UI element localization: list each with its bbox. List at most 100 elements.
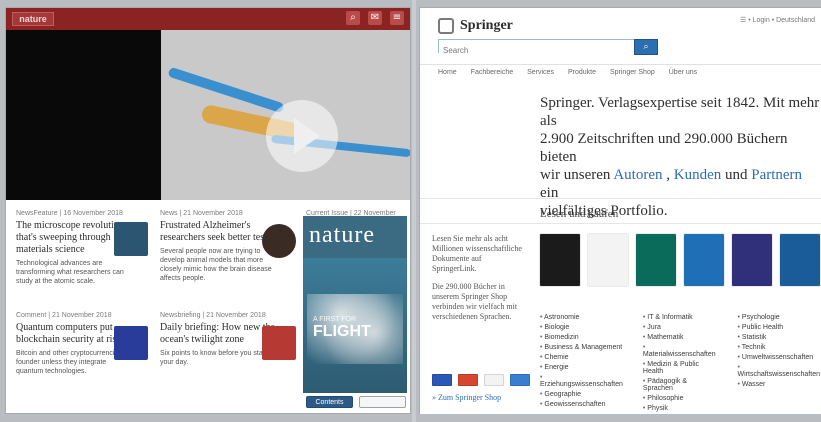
menu-icon[interactable]: ≡ [390,11,404,25]
subject-link[interactable]: Geographie [540,391,623,398]
subject-link[interactable]: Public Health [738,324,820,331]
springer-hero-line-2: 2.900 Zeitschriften und 290.000 Büchern … [540,131,788,165]
news-item-kicker: Comment | 21 November 2018 [16,312,112,319]
subject-link[interactable]: Biologie [540,324,623,331]
mastercard-icon [458,374,478,386]
springer-hero-line-1: Springer. Verlagsexpertise seit 1842. Mi… [540,95,820,129]
right-panel: Springer ☰ • Login • Deutschland ⌕ Home … [416,0,821,422]
nav-services[interactable]: Services [527,69,554,76]
book-cover[interactable] [588,234,628,286]
topbar-icons: ⌕ ✉ ≡ [346,11,404,25]
news-item-kicker: NewsFeature | 16 November 2018 [16,210,123,217]
news-item-headline[interactable]: Daily briefing: How new the ocean's twil… [160,322,278,346]
subject-col-3: Psychologie Public Health Statistik Tech… [738,314,820,415]
cover-title-text: FLIGHT [313,323,371,340]
nav-fachbereiche[interactable]: Fachbereiche [471,69,513,76]
book-cover[interactable] [540,234,580,286]
subject-link[interactable]: Umweltwissenschaften [738,354,820,361]
nature-window: nature ⌕ ✉ ≡ NewsFeature | 16 November 2… [6,8,410,413]
subject-link[interactable]: Psychologie [738,314,820,321]
news-thumbnail[interactable] [262,326,296,360]
springer-lower: Lesen Sie mehr als acht Millionen wissen… [420,223,821,414]
news-thumbnail[interactable] [114,222,148,256]
side-paragraph-2: Die 290.000 Bücher in unserem Springer S… [432,282,518,321]
subject-link[interactable]: Philosophie [643,395,718,402]
subject-link[interactable]: Biomedizin [540,334,623,341]
section-divider [420,198,821,199]
search-box: ⌕ [438,39,658,57]
subject-link[interactable]: Physik [643,405,718,412]
search-button[interactable]: ⌕ [634,39,658,55]
hero [6,30,410,200]
nature-brand[interactable]: nature [12,12,54,26]
subject-link[interactable]: Medizin & Public Health [643,361,718,375]
news-item-blurb: Six points to know before you start your… [160,350,267,366]
cover-title: A FIRST FOR FLIGHT [313,316,371,341]
nav-produkte[interactable]: Produkte [568,69,596,76]
visa-icon [432,374,452,386]
side-paragraph-1: Lesen Sie mehr als acht Millionen wissen… [432,234,522,273]
secondary-button[interactable] [359,396,406,408]
subject-link[interactable]: Statistik [738,334,820,341]
springer-logo-icon [438,18,454,34]
left-panel: nature ⌕ ✉ ≡ NewsFeature | 16 November 2… [0,0,412,422]
nav-home[interactable]: Home [438,69,457,76]
play-icon[interactable] [266,100,338,172]
subject-link[interactable]: IT & Informatik [643,314,718,321]
book-cover[interactable] [636,234,676,286]
subject-link[interactable]: Chemie [540,354,623,361]
cover-tagline: A FIRST FOR [313,316,357,323]
subject-link[interactable]: Energie [540,364,623,371]
hero-caption-area [6,30,161,200]
springer-window: Springer ☰ • Login • Deutschland ⌕ Home … [420,8,821,414]
kunden-link[interactable]: Kunden [674,167,722,183]
subject-link[interactable]: Business & Management [540,344,623,351]
news-item-4[interactable]: Newsbriefing | 21 November 2018 Daily br… [160,312,278,367]
springer-hero-text-fragment: , [666,167,674,183]
subject-col-2: IT & Informatik Jura Mathematik Material… [643,314,718,415]
current-issue-cover[interactable]: nature A FIRST FOR FLIGHT [303,216,407,393]
subject-link[interactable]: Astronomie [540,314,623,321]
nav-ueber-uns[interactable]: Über uns [669,69,697,76]
mail-icon[interactable]: ✉ [368,11,382,25]
partnern-link[interactable]: Partnern [751,167,802,183]
news-item-blurb: Several people now are trying to develop… [160,248,272,282]
subject-link[interactable]: Mathematik [643,334,718,341]
springer-hero-text-fragment: und [724,167,752,183]
subject-link[interactable]: Pädagogik & Sprachen [643,378,718,392]
contents-button[interactable]: Contents [306,396,353,408]
news-item-kicker: News | 21 November 2018 [160,210,243,217]
book-cover[interactable] [684,234,724,286]
autoren-link[interactable]: Autoren [613,167,662,183]
search-icon[interactable]: ⌕ [346,11,360,25]
book-covers [540,234,820,286]
news-item-headline[interactable]: Frustrated Alzheimer's researchers seek … [160,220,278,244]
header-top-right[interactable]: ☰ • Login • Deutschland [740,16,815,24]
subject-link[interactable]: Technik [738,344,820,351]
subject-link[interactable]: Materialwissenschaften [643,344,718,358]
springer-logo[interactable]: Springer [438,18,513,34]
search-input[interactable] [439,44,637,57]
subject-col-1: Astronomie Biologie Biomedizin Business … [540,314,623,415]
springer-shop-link[interactable]: » Zum Springer Shop [432,393,501,402]
subject-link[interactable]: Jura [643,324,718,331]
cover-masthead: nature [309,222,375,248]
springer-hero-text: Springer. Verlagsexpertise seit 1842. Mi… [540,94,820,220]
news-thumbnail[interactable] [114,326,148,360]
news-item-2[interactable]: News | 21 November 2018 Frustrated Alzhe… [160,210,278,283]
news-thumbnail[interactable] [262,224,296,258]
subject-link[interactable]: Erziehungswissenschaften [540,374,623,388]
nature-content: NewsFeature | 16 November 2018 The micro… [6,200,410,413]
subject-link[interactable]: Geowissenschaften [540,401,623,408]
side-spacer [432,274,527,282]
book-cover[interactable] [780,234,820,286]
springer-hero-text-fragment: wir unseren [540,167,614,183]
subject-link[interactable]: Wasser [738,381,820,388]
book-cover[interactable] [732,234,772,286]
subject-link[interactable]: Wirtschaftswissenschaften [738,364,820,378]
airplane-wing [167,66,285,114]
springer-logo-text: Springer [460,18,513,33]
subject-lists: Astronomie Biologie Biomedizin Business … [540,314,820,415]
springer-hero-line-3: wir unseren Autoren , Kunden und Partner… [540,166,820,202]
nav-springer-shop[interactable]: Springer Shop [610,69,655,76]
